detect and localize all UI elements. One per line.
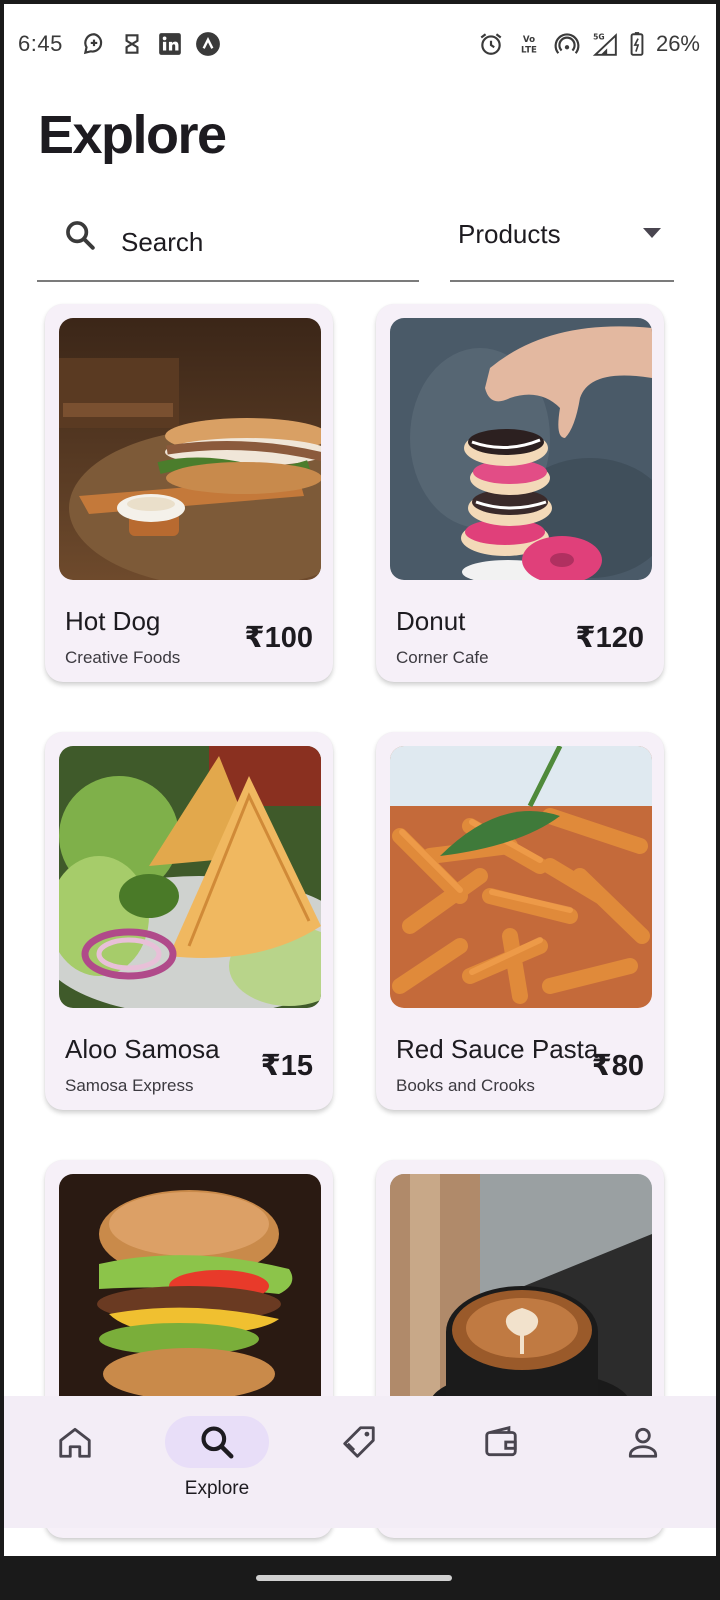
search-icon: [63, 218, 97, 252]
product-name: Hot Dog: [65, 606, 161, 636]
product-name: Donut: [396, 606, 466, 636]
product-price: ₹100: [244, 622, 313, 654]
shop-name: Books and Crooks: [396, 1076, 535, 1095]
product-price: ₹120: [575, 622, 644, 654]
alarm-icon: [478, 31, 504, 57]
svg-text:Vo: Vo: [523, 35, 535, 45]
shop-name: Corner Cafe: [396, 648, 489, 667]
home-icon: [23, 1416, 127, 1468]
product-name: Aloo Samosa: [65, 1034, 220, 1064]
product-card[interactable]: Donut Corner Cafe ₹120: [376, 304, 664, 682]
battery-icon: [630, 31, 644, 57]
hotspot-icon: [554, 31, 580, 57]
samosa-image: [59, 746, 321, 1008]
search-icon: [165, 1416, 269, 1468]
chat-icon: [81, 31, 107, 57]
battery-percent: 26%: [655, 31, 700, 56]
caret-down-icon: [642, 226, 662, 240]
product-price: ₹80: [591, 1050, 644, 1082]
storage-icon: [119, 31, 145, 57]
nav-item-offers[interactable]: [288, 1396, 430, 1528]
shop-name: Creative Foods: [65, 648, 181, 667]
status-bar: 6:45 Vo LTE 5G 26%: [4, 4, 716, 84]
search-bar[interactable]: [37, 204, 419, 282]
app-screen: 6:45 Vo LTE 5G 26% Explore Search Produc…: [4, 4, 716, 1556]
wallet-icon: [449, 1416, 553, 1468]
pasta-image: [390, 746, 652, 1008]
app-icon: [195, 31, 221, 57]
nav-item-home[interactable]: [4, 1396, 146, 1528]
product-card[interactable]: Hot Dog Creative Foods ₹100: [45, 304, 333, 682]
donut-image: [390, 318, 652, 580]
nav-item-explore[interactable]: Explore: [146, 1396, 288, 1528]
signal-icon: 5G: [592, 31, 618, 57]
product-price: ₹15: [260, 1050, 313, 1082]
bottom-navigation-bar: Explore: [4, 1396, 716, 1528]
shop-name: Samosa Express: [65, 1076, 194, 1095]
nav-item-wallet[interactable]: [430, 1396, 572, 1528]
product-name: Red Sauce Pasta: [396, 1034, 599, 1064]
home-gesture-bar[interactable]: [256, 1575, 452, 1581]
linkedin-icon: [157, 31, 183, 57]
hot-dog-image: [59, 318, 321, 580]
dropdown-selected-value: Products: [458, 219, 561, 249]
nav-label-explore: Explore: [184, 1478, 250, 1499]
svg-text:LTE: LTE: [521, 46, 537, 56]
tag-icon: [307, 1416, 411, 1468]
nav-item-profile[interactable]: [572, 1396, 714, 1528]
status-time: 6:45: [18, 31, 63, 56]
product-card[interactable]: Aloo Samosa Samosa Express ₹15: [45, 732, 333, 1110]
profile-icon: [591, 1416, 695, 1468]
product-filter-dropdown[interactable]: Products: [450, 204, 674, 282]
svg-text:5G: 5G: [593, 33, 605, 42]
search-input[interactable]: [121, 222, 401, 262]
page-title: Explore: [38, 105, 227, 165]
product-card[interactable]: Red Sauce Pasta Books and Crooks ₹80: [376, 732, 664, 1110]
volte-icon: Vo LTE: [516, 31, 542, 57]
